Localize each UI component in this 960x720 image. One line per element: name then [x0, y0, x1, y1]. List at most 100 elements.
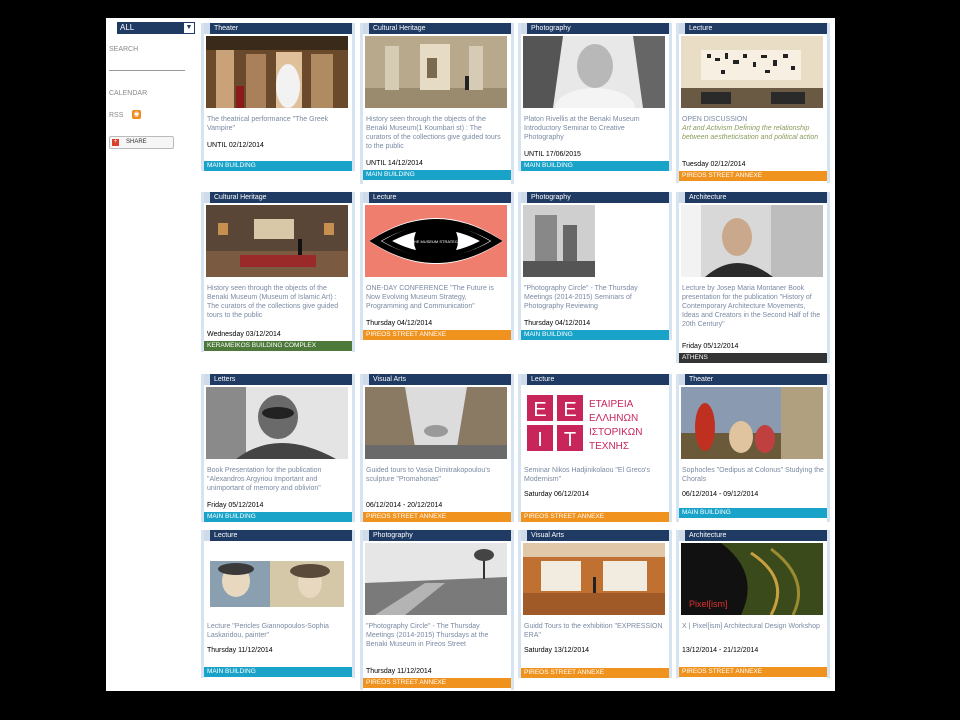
event-image[interactable] [681, 387, 823, 459]
event-card[interactable]: Architecture Pixel[ism] X | Pixel[ism] A… [676, 530, 830, 678]
event-location[interactable]: MAIN BUILDING [363, 170, 511, 180]
plus-icon: + [112, 139, 119, 146]
event-image[interactable] [365, 543, 507, 615]
event-card[interactable]: Visual Arts Guided tours to Vasia Dimitr… [360, 374, 514, 522]
event-location[interactable]: PIREOS STREET ANNEXE [363, 678, 511, 688]
event-title[interactable]: X | Pixel[ism] Architectural Design Work… [682, 622, 824, 631]
category-header: Visual Arts [521, 530, 669, 541]
event-title[interactable]: "Photography Circle" - The Thursday Meet… [524, 284, 666, 311]
event-card[interactable]: Lecture THE MUSEUM STRATEGY ONE-DAY CONF… [360, 192, 514, 340]
event-location[interactable]: KERAMEIKOS BUILDING COMPLEX [204, 341, 352, 351]
event-card[interactable]: Photography Platon Rivellis at the Benak… [518, 23, 672, 171]
sidebar: ALL ▼ SEARCH CALENDAR RSS ◉ + SHARE [106, 18, 198, 691]
event-location[interactable]: MAIN BUILDING [679, 508, 827, 518]
event-title[interactable]: Platon Rivellis at the Benaki Museum Int… [524, 115, 666, 142]
event-location[interactable]: MAIN BUILDING [204, 667, 352, 677]
event-card[interactable]: Lecture Lecture "Pericles Giannopoulos-S… [201, 530, 355, 678]
event-location[interactable]: MAIN BUILDING [204, 512, 352, 522]
category-header: Lecture [679, 23, 827, 34]
event-location[interactable]: MAIN BUILDING [521, 161, 669, 171]
event-location[interactable]: MAIN BUILDING [204, 161, 352, 171]
category-header: Cultural Heritage [204, 192, 352, 203]
event-image[interactable] [206, 36, 348, 108]
event-location[interactable]: PIREOS STREET ANNEXE [521, 668, 669, 678]
event-image[interactable]: Pixel[ism] [681, 543, 823, 615]
event-date: Saturday 06/12/2014 [524, 491, 589, 498]
svg-text:ΤΕΧΝΗΣ: ΤΕΧΝΗΣ [589, 441, 629, 452]
event-card[interactable]: Cultural Heritage History seen through t… [360, 23, 514, 184]
event-image[interactable] [206, 543, 348, 615]
event-subtitle: Art and Activism Defining the relationsh… [682, 125, 819, 141]
svg-text:ΙΣΤΟΡΙΚΩΝ: ΙΣΤΟΡΙΚΩΝ [589, 427, 642, 438]
filter-value: ALL [120, 23, 135, 32]
event-title[interactable]: Seminar Nikos Hadjinikolaou "El Greco's … [524, 466, 666, 484]
event-title[interactable]: Lecture "Pericles Giannopoulos-Sophia La… [207, 622, 349, 640]
event-location[interactable]: PIREOS STREET ANNEXE [679, 667, 827, 677]
rss-link[interactable]: RSS [109, 112, 123, 119]
category-header: Architecture [679, 530, 827, 541]
event-image[interactable] [681, 205, 823, 277]
event-image[interactable] [523, 36, 665, 108]
event-title[interactable]: History seen through the objects of the … [207, 284, 349, 320]
event-title[interactable]: Lecture by Josep Maria Montaner Book pre… [682, 284, 824, 329]
event-date: Saturday 13/12/2014 [524, 647, 589, 654]
category-header: Theater [679, 374, 827, 385]
event-date: 06/12/2014 - 09/12/2014 [682, 491, 759, 498]
chevron-down-icon[interactable]: ▼ [184, 23, 194, 33]
event-card[interactable]: Lecture OPEN DISCUSSION Art and Activism … [676, 23, 830, 183]
event-card[interactable]: Architecture Lecture by Josep Maria Mont… [676, 192, 830, 363]
event-location[interactable]: PIREOS STREET ANNEXE [679, 171, 827, 181]
event-card[interactable]: Visual Arts Guidd Tours to the exhibitio… [518, 530, 672, 678]
search-input[interactable] [109, 70, 185, 71]
event-image[interactable] [206, 387, 348, 459]
event-image[interactable] [365, 36, 507, 108]
event-card[interactable]: Photography "Photography Circle" - The T… [518, 192, 672, 340]
category-header: Lecture [521, 374, 669, 385]
event-location[interactable]: PIREOS STREET ANNEXE [363, 512, 511, 522]
event-card[interactable]: Letters Book Presentation for the public… [201, 374, 355, 522]
event-date: Thursday 04/12/2014 [366, 320, 433, 327]
event-title[interactable]: "Photography Circle" - The Thursday Meet… [366, 622, 508, 649]
event-card[interactable]: Theater The theatrical performance "The … [201, 23, 355, 171]
event-date: Friday 05/12/2014 [682, 343, 739, 350]
event-card[interactable]: Cultural Heritage History seen through t… [201, 192, 355, 352]
event-date: Friday 05/12/2014 [207, 502, 264, 509]
event-card[interactable]: Theater Sophocles "Oedipus at Colonus" S… [676, 374, 830, 522]
event-image[interactable] [523, 205, 665, 277]
category-header: Photography [521, 23, 669, 34]
event-image[interactable] [206, 205, 348, 277]
event-title[interactable]: Book Presentation for the publication "A… [207, 466, 349, 493]
event-title[interactable]: The theatrical performance "The Greek Va… [207, 115, 349, 133]
event-location[interactable]: MAIN BUILDING [521, 330, 669, 340]
category-header: Photography [521, 192, 669, 203]
event-title[interactable]: Sophocles "Oedipus at Colonus" Studying … [682, 466, 824, 484]
event-location[interactable]: ATHENS [679, 353, 827, 363]
event-image[interactable] [523, 543, 665, 615]
event-location[interactable]: PIREOS STREET ANNEXE [363, 330, 511, 340]
event-title[interactable]: OPEN DISCUSSION Art and Activism Defining… [682, 115, 824, 142]
svg-text:Ε: Ε [533, 399, 546, 421]
category-header: Theater [204, 23, 352, 34]
svg-text:Ε: Ε [563, 399, 576, 421]
event-date: Thursday 04/12/2014 [524, 320, 591, 327]
event-image[interactable] [681, 36, 823, 108]
event-image[interactable] [365, 387, 507, 459]
calendar-link[interactable]: CALENDAR [109, 90, 147, 97]
event-title[interactable]: ONE-DAY CONFERENCE "The Future is Now Ev… [366, 284, 508, 311]
event-title[interactable]: Guidd Tours to the exhibition "EXPRESSIO… [524, 622, 666, 640]
event-card[interactable]: Photography "Photography Circle" - The T… [360, 530, 514, 690]
event-title[interactable]: Guided tours to Vasia Dimitrakopoulou's … [366, 466, 508, 484]
share-label: SHARE [126, 139, 147, 145]
svg-text:Τ: Τ [564, 429, 576, 451]
rss-icon[interactable]: ◉ [132, 110, 141, 119]
event-title[interactable]: History seen through the objects of the … [366, 115, 508, 151]
event-image[interactable]: Ε Ε Ι Τ ΕΤΑΙΡΕΙΑ ΕΛΛΗΝΩΝ ΙΣΤΟΡΙΚΩΝ ΤΕΧΝΗΣ [523, 387, 665, 459]
share-button[interactable]: + SHARE [109, 136, 174, 149]
event-location[interactable]: PIREOS STREET ANNEXE [521, 512, 669, 522]
search-label: SEARCH [109, 46, 139, 53]
event-card[interactable]: Lecture Ε Ε Ι Τ ΕΤΑΙΡΕΙΑ ΕΛΛΗΝΩΝ ΙΣΤΟΡΙΚΩΝ ΤΕΧΝ… [518, 374, 672, 522]
category-filter-select[interactable]: ALL ▼ [117, 22, 195, 34]
event-image[interactable]: THE MUSEUM STRATEGY [365, 205, 507, 277]
svg-text:ΕΤΑΙΡΕΙΑ: ΕΤΑΙΡΕΙΑ [589, 399, 634, 410]
event-date: UNTIL 17/06/2015 [524, 151, 581, 158]
